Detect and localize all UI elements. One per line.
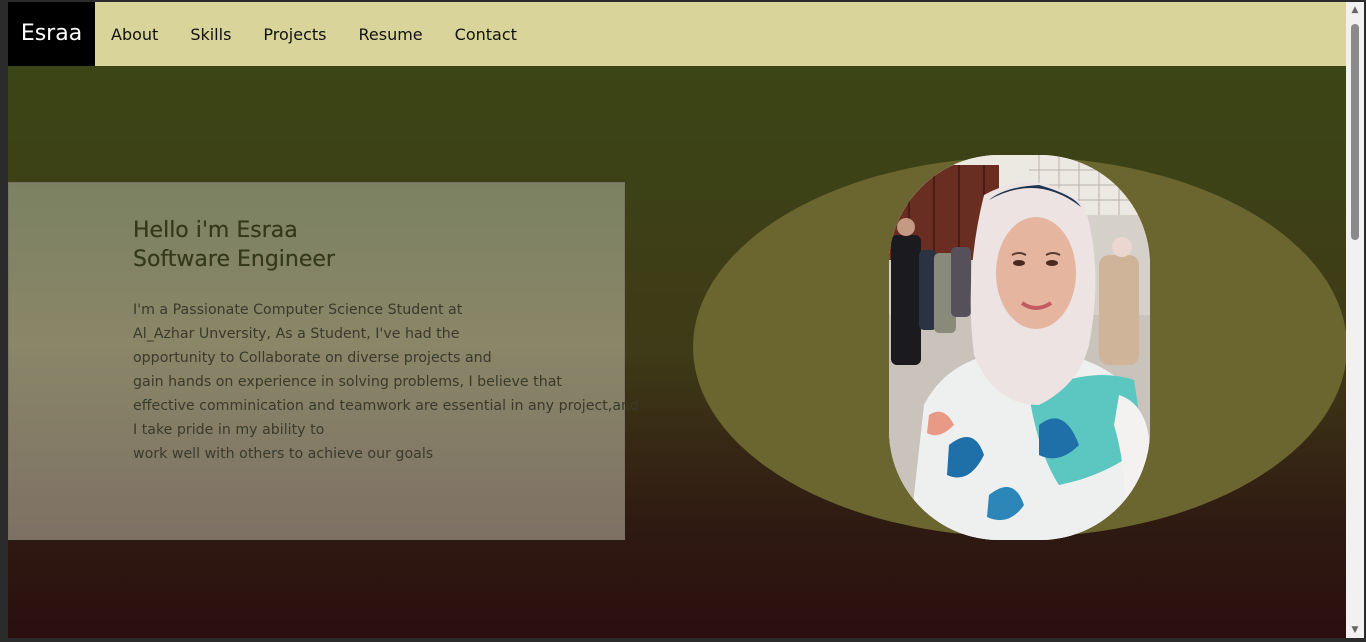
profile-photo	[889, 155, 1150, 540]
scroll-down-arrow-icon[interactable]: ▼	[1346, 622, 1364, 638]
intro-line: I take pride in my ability to	[133, 422, 325, 438]
intro-heading: Hello i'm Esraa Software Engineer	[133, 216, 335, 274]
intro-line: Al_Azhar Unversity, As a Student, I've h…	[133, 326, 460, 342]
page-viewport: Esraa About Skills Projects Resume Conta…	[8, 2, 1346, 638]
scroll-up-arrow-icon[interactable]: ▲	[1346, 2, 1364, 18]
nav-links: About Skills Projects Resume Contact	[111, 2, 549, 66]
intro-line: I'm a Passionate Computer Science Studen…	[133, 302, 463, 318]
browser-window: Esraa About Skills Projects Resume Conta…	[0, 0, 1366, 642]
nav-link-contact[interactable]: Contact	[455, 25, 517, 44]
intro-description: I'm a Passionate Computer Science Studen…	[133, 298, 640, 466]
brand-logo[interactable]: Esraa	[8, 2, 95, 66]
intro-heading-role: Software Engineer	[133, 247, 335, 272]
nav-link-skills[interactable]: Skills	[190, 25, 231, 44]
nav-link-projects[interactable]: Projects	[263, 25, 326, 44]
vertical-scrollbar[interactable]: ▲ ▼	[1346, 2, 1364, 638]
intro-line: effective comminication and teamwork are…	[133, 398, 640, 414]
intro-line: work well with others to achieve our goa…	[133, 446, 434, 462]
nav-link-about[interactable]: About	[111, 25, 158, 44]
intro-heading-greeting: Hello i'm Esraa	[133, 218, 298, 243]
intro-line: gain hands on experience in solving prob…	[133, 374, 562, 390]
navbar: Esraa About Skills Projects Resume Conta…	[8, 2, 1346, 66]
intro-card: Hello i'm Esraa Software Engineer I'm a …	[8, 182, 640, 540]
nav-link-resume[interactable]: Resume	[358, 25, 422, 44]
scrollbar-thumb[interactable]	[1351, 24, 1359, 240]
intro-line: opportunity to Collaborate on diverse pr…	[133, 350, 492, 366]
